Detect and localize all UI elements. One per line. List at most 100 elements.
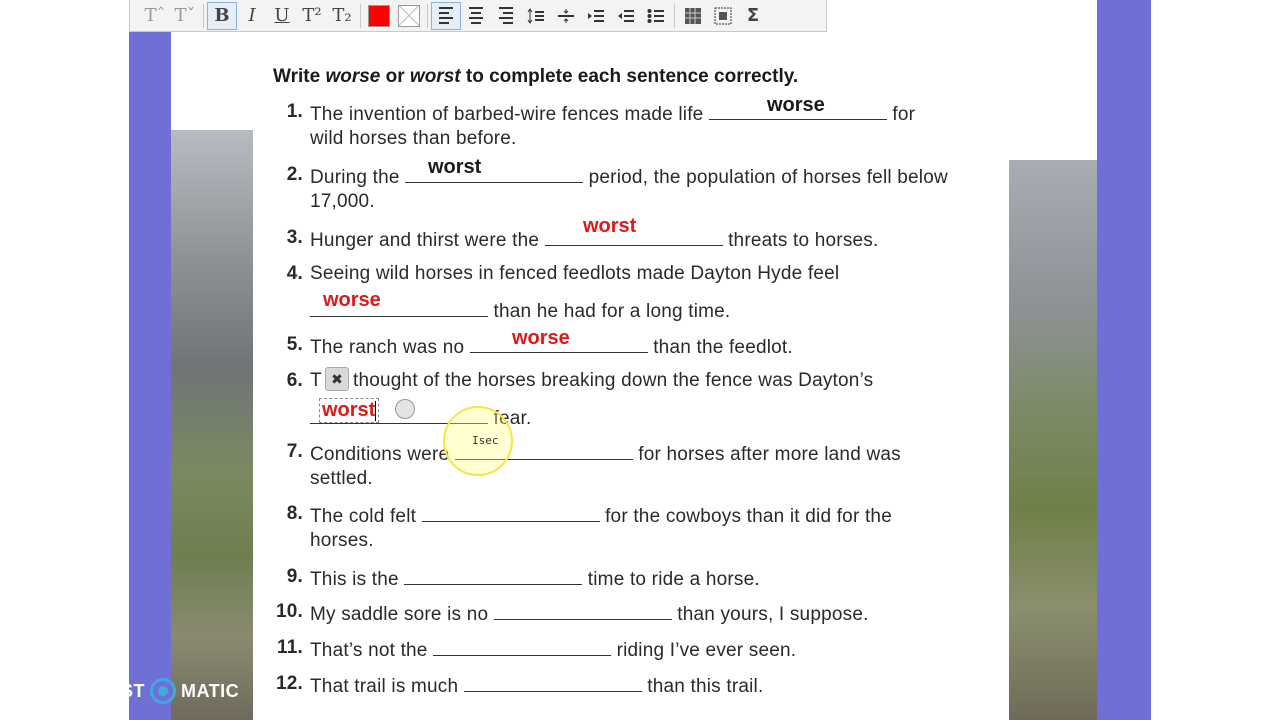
question-line-1: Seeing wild horses in fenced feedlots ma… <box>310 263 840 284</box>
grid-button[interactable] <box>708 2 738 30</box>
question-number: 10. <box>275 601 303 622</box>
close-icon: ✖ <box>331 370 343 387</box>
question-line-2: 17,000. <box>310 191 375 212</box>
outdent-icon <box>618 9 634 22</box>
answer-blank[interactable] <box>404 566 583 585</box>
line-spacing-icon <box>527 7 544 24</box>
toolbar-divider <box>674 3 675 28</box>
question-text: Hunger and thirst were the <box>310 230 540 251</box>
indent-button[interactable] <box>581 2 611 30</box>
answer-text[interactable]: worst <box>322 399 375 421</box>
subscript-button[interactable]: T₂ <box>327 2 357 30</box>
question-text: for horses after more land was <box>638 444 901 465</box>
instructions-text: or <box>380 66 410 87</box>
instructions-text: Write <box>273 66 326 87</box>
answer-blank[interactable] <box>433 637 612 656</box>
paragraph-spacing-button[interactable] <box>551 2 581 30</box>
question-line-1: That’s not the riding I’ve ever seen. <box>310 637 796 662</box>
align-left-button[interactable] <box>431 1 461 30</box>
screencast-o-matic-logo: SCREENCAST MATIC <box>16 678 239 704</box>
toolbar-divider <box>360 3 361 28</box>
question-number: 6. <box>286 370 303 391</box>
textbox-resize-handle[interactable] <box>395 399 415 419</box>
mountain-photo-right <box>1009 160 1097 720</box>
answer-blank[interactable] <box>421 503 600 522</box>
table-button[interactable] <box>678 2 708 30</box>
answer-text[interactable]: worse <box>512 327 570 350</box>
question-line-1: That trail is much than this trail. <box>310 673 763 698</box>
answer-text[interactable]: worst <box>428 156 481 179</box>
cursor-label: sec <box>478 434 499 447</box>
red-swatch-icon <box>368 4 390 27</box>
align-center-icon <box>469 7 483 24</box>
question-text: than yours, I suppose. <box>677 604 869 625</box>
right-background-band <box>1097 0 1151 720</box>
italic-button[interactable]: I <box>237 2 267 30</box>
worksheet-instructions: Write worse or worst to complete each se… <box>273 66 798 88</box>
bold-button[interactable]: B <box>207 1 237 30</box>
mountain-photo-left <box>171 130 253 720</box>
grid-icon <box>714 7 732 24</box>
question-text: That trail is much <box>310 676 459 697</box>
question-line-1: My saddle sore is no than yours, I suppo… <box>310 601 869 626</box>
question-text: time to ride a horse. <box>587 569 760 590</box>
delete-textbox-button[interactable]: ✖ <box>325 367 349 391</box>
line-spacing-button[interactable] <box>521 2 551 30</box>
question-text: for <box>892 104 916 125</box>
question-text: period, the population of horses fell be… <box>588 167 948 188</box>
underline-button[interactable]: U <box>267 2 297 30</box>
toolbar-divider <box>203 3 204 28</box>
question-number: 1. <box>286 101 303 122</box>
question-text: This is the <box>310 569 399 590</box>
question-number: 2. <box>286 164 303 185</box>
bullet-list-button[interactable] <box>641 2 671 30</box>
question-number: 8. <box>286 503 303 524</box>
instructions-text: to complete each sentence correctly. <box>460 66 799 87</box>
question-line-1: This is the time to ride a horse. <box>310 566 760 591</box>
instructions-word-worst: worst <box>409 66 461 87</box>
indent-icon <box>588 9 604 22</box>
question-text: The ranch was no <box>310 337 465 358</box>
question-line-2: settled. <box>310 468 373 489</box>
align-right-button[interactable] <box>491 2 521 30</box>
question-number: 3. <box>286 227 303 248</box>
ibeam-cursor-icon: Isec <box>472 434 499 447</box>
answer-text[interactable]: worse <box>323 289 381 312</box>
table-icon <box>685 7 701 24</box>
question-text: The invention of barbed-wire fences made… <box>310 104 704 125</box>
question-number: 4. <box>286 263 303 284</box>
answer-text[interactable]: worse <box>767 94 825 117</box>
question-line-2: wild horses than before. <box>310 128 517 149</box>
answer-blank[interactable] <box>463 673 642 692</box>
answer-blank[interactable] <box>493 601 672 620</box>
instructions-word-worse: worse <box>325 66 381 87</box>
question-text: The cold felt <box>310 506 417 527</box>
question-line-2: horses. <box>310 530 374 551</box>
align-right-icon <box>499 7 513 24</box>
no-fill-icon <box>398 4 420 27</box>
text-color-button[interactable] <box>364 2 394 30</box>
align-left-icon <box>439 7 453 24</box>
no-color-button[interactable] <box>394 2 424 30</box>
question-text: That’s not the <box>310 640 428 661</box>
question-text: riding I’ve ever seen. <box>616 640 797 661</box>
editor-toolbar: Tˆ Tˇ B I U T² T₂ Σ <box>129 0 827 32</box>
subscript-dim-button[interactable]: Tˇ <box>170 2 200 30</box>
paragraph-spacing-icon <box>558 8 574 23</box>
watermark-recorded-with: RECORDED WITH <box>16 660 123 674</box>
outdent-button[interactable] <box>611 2 641 30</box>
question-number: 12. <box>275 673 303 694</box>
left-background-band <box>129 0 171 720</box>
answer-text[interactable]: worst <box>583 215 636 238</box>
answer-textbox-editing[interactable]: worst <box>319 398 380 423</box>
question-number: 11. <box>277 637 303 658</box>
question-text: than he had for a long time. <box>493 301 731 322</box>
align-center-button[interactable] <box>461 2 491 30</box>
question-text: Conditions were <box>310 444 450 465</box>
question-number: 7. <box>286 441 303 462</box>
superscript-button[interactable]: T² <box>297 2 327 30</box>
question-text: T <box>310 370 322 391</box>
superscript-dim-button[interactable]: Tˆ <box>140 2 170 30</box>
equation-button[interactable]: Σ <box>738 2 768 30</box>
question-text: for the cowboys than it did for the <box>605 506 892 527</box>
